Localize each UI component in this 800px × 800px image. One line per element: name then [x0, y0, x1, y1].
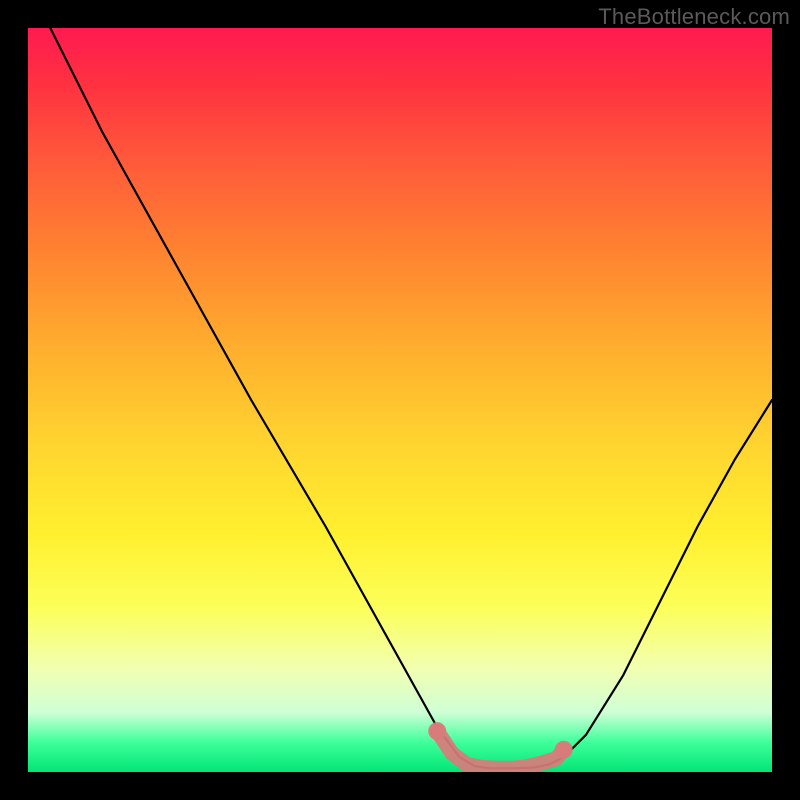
- marker-end-dot: [428, 722, 446, 740]
- marker-band: [437, 731, 564, 768]
- curve-path: [50, 28, 772, 768]
- watermark-text: TheBottleneck.com: [598, 4, 790, 30]
- marker-end-dot: [555, 741, 573, 759]
- chart-frame: TheBottleneck.com: [0, 0, 800, 800]
- bottleneck-curve: [50, 28, 772, 768]
- plot-area: [28, 28, 772, 772]
- chart-svg: [28, 28, 772, 772]
- bottleneck-zone-markers: [428, 722, 573, 768]
